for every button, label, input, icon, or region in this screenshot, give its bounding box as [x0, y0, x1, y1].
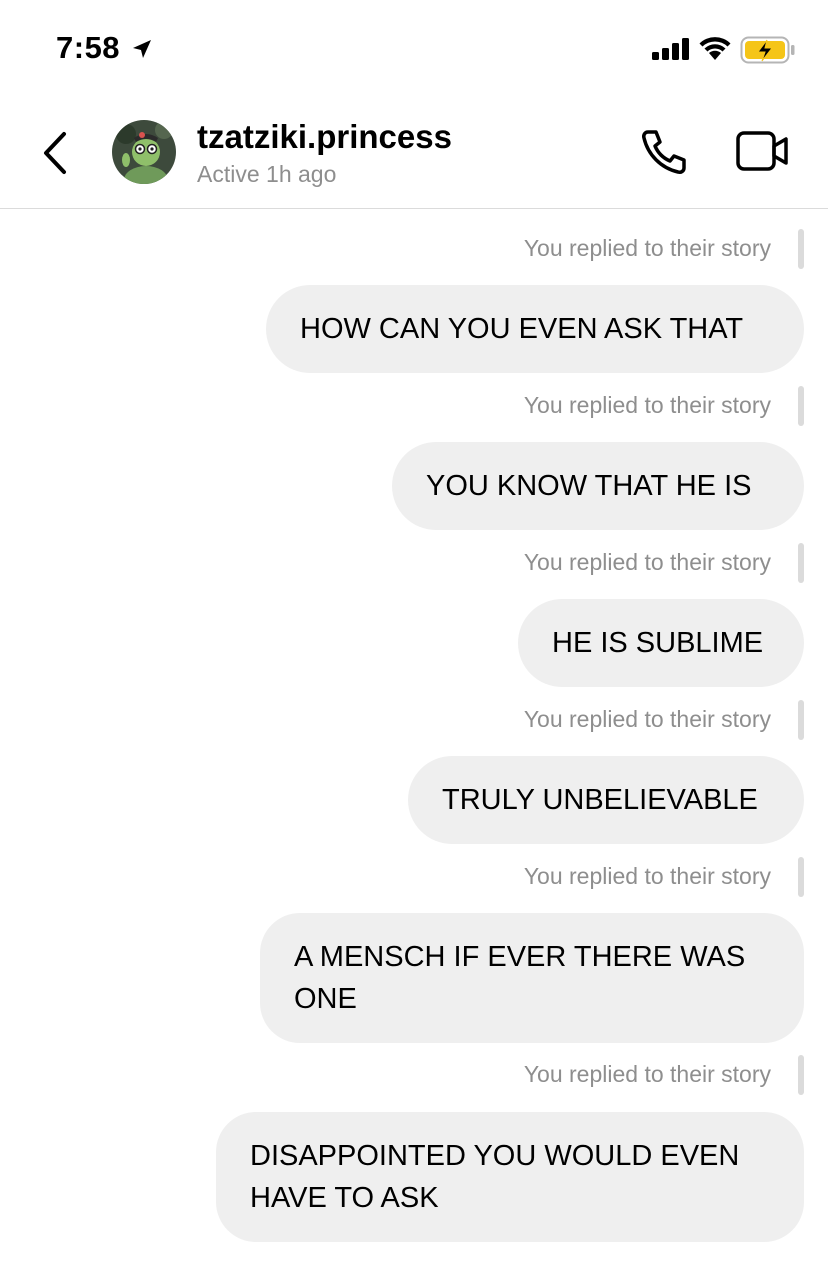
- chat-username[interactable]: tzatziki.princess: [197, 118, 452, 156]
- battery-charging-icon: [740, 36, 795, 64]
- chevron-left-icon[interactable]: [38, 130, 72, 176]
- status-bar: 7:58: [0, 0, 828, 96]
- video-camera-icon[interactable]: [736, 130, 790, 172]
- story-reply-indicator[interactable]: [798, 1055, 804, 1095]
- story-reply-indicator[interactable]: [798, 700, 804, 740]
- story-reply-label: You replied to their story: [523, 863, 771, 889]
- story-reply-label: You replied to their story: [523, 235, 771, 261]
- avatar[interactable]: [112, 120, 176, 184]
- location-arrow-icon: [133, 40, 151, 58]
- story-reply-indicator[interactable]: [798, 229, 804, 269]
- message-bubble[interactable]: A MENSCH IF EVER THERE WAS ONE: [260, 913, 804, 1043]
- conversation-header: tzatziki.princess Active 1h ago: [0, 96, 828, 209]
- message-bubble[interactable]: YOU KNOW THAT HE IS: [392, 442, 804, 530]
- story-reply-indicator[interactable]: [798, 543, 804, 583]
- story-reply-label: You replied to their story: [523, 392, 771, 418]
- story-reply-label: You replied to their story: [523, 706, 771, 732]
- message-bubble[interactable]: DISAPPOINTED YOU WOULD EVEN HAVE TO ASK: [216, 1112, 804, 1242]
- message-thread[interactable]: You replied to their story HOW CAN YOU E…: [0, 209, 828, 1262]
- avatar-image: [112, 120, 176, 184]
- dm-screen: 7:58 tzatziki.princess Active 1h ago You…: [0, 0, 828, 1262]
- cellular-signal-icon: [652, 38, 689, 60]
- story-reply-indicator[interactable]: [798, 857, 804, 897]
- status-time: 7:58: [56, 30, 121, 65]
- message-bubble[interactable]: HOW CAN YOU EVEN ASK THAT: [266, 285, 804, 373]
- story-reply-label: You replied to their story: [523, 1061, 771, 1087]
- message-bubble[interactable]: TRULY UNBELIEVABLE: [408, 756, 804, 844]
- active-status: Active 1h ago: [197, 161, 337, 187]
- phone-icon[interactable]: [640, 128, 690, 176]
- story-reply-label: You replied to their story: [523, 549, 771, 575]
- story-reply-indicator[interactable]: [798, 386, 804, 426]
- wifi-icon: [699, 37, 731, 60]
- message-bubble[interactable]: HE IS SUBLIME: [518, 599, 804, 687]
